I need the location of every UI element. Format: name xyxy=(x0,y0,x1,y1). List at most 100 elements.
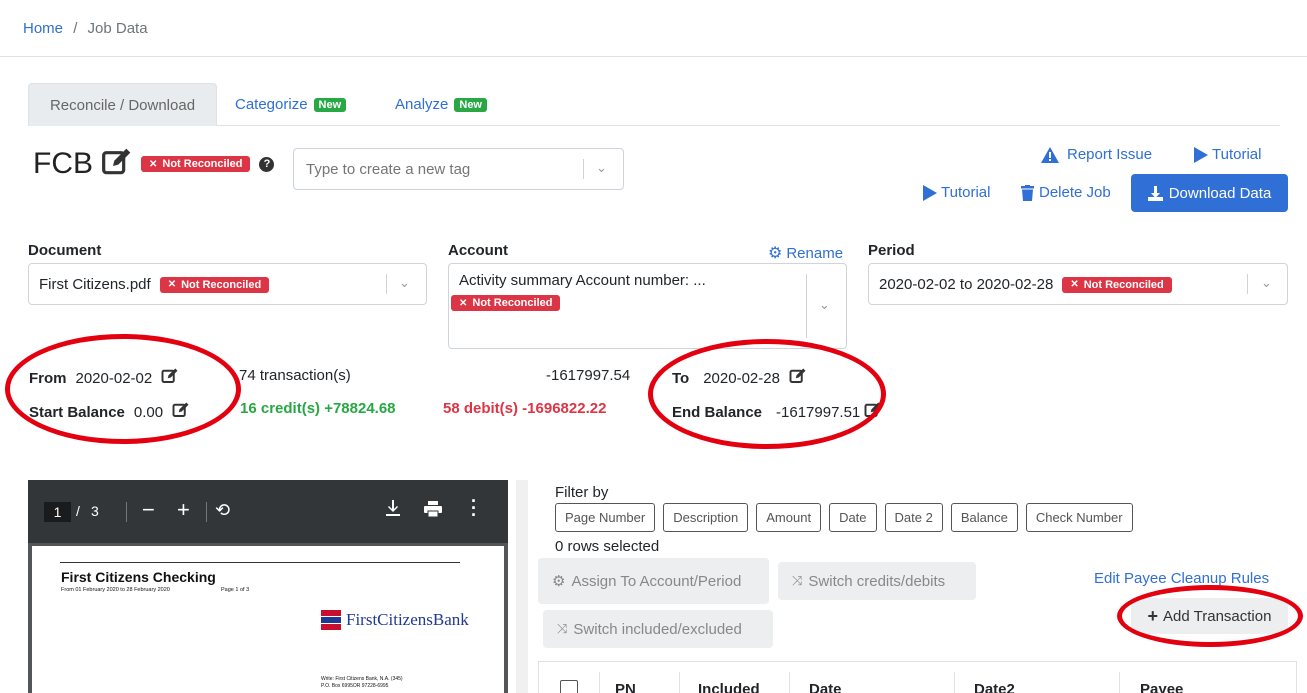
tab-categorize[interactable]: Categorize New xyxy=(235,96,347,113)
breadcrumb-home-link[interactable]: Home xyxy=(23,20,63,37)
breadcrumb-separator: / xyxy=(73,20,78,37)
from-row: From 2020-02-02 xyxy=(29,367,179,389)
gear-icon: ⚙ xyxy=(768,245,783,262)
gear-icon: ⚙ xyxy=(552,573,566,590)
tag-input[interactable]: Type to create a new tag ⌄ xyxy=(293,148,624,190)
filter-description-button[interactable]: Description xyxy=(663,503,749,532)
document-label: Document xyxy=(28,242,102,259)
page-title: FCB xyxy=(33,147,93,180)
edit-payee-cleanup-rules-link[interactable]: Edit Payee Cleanup Rules xyxy=(1094,570,1269,587)
breadcrumb-current: Job Data xyxy=(87,20,148,37)
print-icon[interactable] xyxy=(424,501,442,521)
tab-reconcile-download[interactable]: Reconcile / Download xyxy=(28,83,217,126)
period-select[interactable]: 2020-02-02 to 2020-02-28 ✕ Not Reconciled… xyxy=(868,263,1288,305)
to-row: To 2020-02-28 xyxy=(672,367,807,389)
chevron-down-icon[interactable]: ⌄ xyxy=(1261,275,1272,291)
annotation-circle-start xyxy=(5,334,241,444)
start-balance-row: Start Balance 0.00 xyxy=(29,401,190,423)
page-number-input[interactable]: 1 xyxy=(44,502,71,522)
chevron-down-icon[interactable]: ⌄ xyxy=(596,160,607,176)
download-data-button[interactable]: Download Data xyxy=(1131,174,1288,212)
status-badge: ✕ Not Reconciled xyxy=(141,156,251,172)
start-balance-label: Start Balance xyxy=(29,403,125,421)
account-select[interactable]: Activity summary Account number: ... ✕ No… xyxy=(448,263,847,349)
transaction-count: 74 transaction(s) xyxy=(239,367,351,384)
edit-icon[interactable] xyxy=(789,367,807,389)
credits-summary: 16 credit(s) +78824.68 xyxy=(240,400,396,417)
switch-credits-debits-button[interactable]: ⤨ Switch credits/debits xyxy=(778,562,976,600)
zoom-in-icon[interactable]: + xyxy=(177,497,190,523)
column-header-payee[interactable]: Payee xyxy=(1140,681,1183,693)
switch-included-excluded-button[interactable]: ⤨ Switch included/excluded xyxy=(543,610,773,648)
warning-icon xyxy=(1041,146,1059,163)
pdf-doc-title: First Citizens Checking xyxy=(61,569,216,585)
end-balance-row: End Balance -1617997.51 xyxy=(672,401,882,423)
column-header-included[interactable]: Included xyxy=(698,681,760,693)
tutorial-link[interactable]: Tutorial xyxy=(923,184,990,201)
filter-check-number-button[interactable]: Check Number xyxy=(1025,503,1133,532)
period-label: Period xyxy=(868,242,915,259)
rotate-icon[interactable]: ⟲ xyxy=(215,500,230,521)
end-balance-value: -1617997.51 xyxy=(776,403,861,421)
download-icon[interactable] xyxy=(386,500,400,520)
rename-link[interactable]: ⚙ Rename xyxy=(768,243,843,263)
document-value: First Citizens.pdf xyxy=(39,276,151,293)
tab-label: Analyze xyxy=(395,96,449,113)
play-icon xyxy=(1194,146,1208,163)
more-options-icon[interactable]: · · · xyxy=(471,492,477,524)
filter-amount-button[interactable]: Amount xyxy=(756,503,822,532)
new-badge: New xyxy=(454,97,487,112)
document-select[interactable]: First Citizens.pdf ✕ Not Reconciled ⌄ xyxy=(28,263,427,305)
select-all-checkbox[interactable] xyxy=(560,680,578,693)
filter-date2-button[interactable]: Date 2 xyxy=(884,503,943,532)
column-header-pn[interactable]: PN xyxy=(615,681,636,693)
edit-icon[interactable] xyxy=(172,401,190,423)
filter-page-number-button[interactable]: Page Number xyxy=(555,503,656,532)
annotation-circle-end xyxy=(648,339,886,449)
column-header-date2[interactable]: Date2 xyxy=(974,681,1015,693)
account-label: Account xyxy=(448,242,508,259)
filter-balance-button[interactable]: Balance xyxy=(950,503,1018,532)
tab-label: Reconcile / Download xyxy=(49,96,196,114)
new-badge: New xyxy=(313,97,347,112)
account-value: Activity summary Account number: ... xyxy=(459,272,706,289)
play-icon xyxy=(923,184,937,201)
edit-icon[interactable] xyxy=(864,401,882,423)
tag-input-placeholder: Type to create a new tag xyxy=(306,161,471,178)
shuffle-icon: ⤨ xyxy=(792,573,803,588)
pdf-doc-subtitle: From 01 February 2020 to 28 February 202… xyxy=(61,587,170,593)
chevron-down-icon[interactable]: ⌄ xyxy=(399,275,410,291)
question-circle-icon[interactable]: ? xyxy=(259,156,275,172)
scrollbar-track[interactable] xyxy=(516,480,528,693)
rows-selected: 0 rows selected xyxy=(555,538,660,555)
transactions-table: PN Included Date Date2 Payee xyxy=(538,661,1297,693)
filter-date-button[interactable]: Date xyxy=(829,503,877,532)
header-divider xyxy=(0,56,1307,57)
filter-buttons: Page Number Description Amount Date Date… xyxy=(555,503,1133,532)
tutorial-top-link[interactable]: Tutorial xyxy=(1194,146,1261,163)
delete-job-link[interactable]: Delete Job xyxy=(1021,184,1111,201)
page-total: 3 xyxy=(91,503,99,519)
job-title-row: FCB ✕ Not Reconciled ? xyxy=(33,146,275,182)
filter-label: Filter by xyxy=(555,484,609,501)
chevron-down-icon[interactable]: ⌄ xyxy=(819,297,830,313)
breadcrumb: Home / Job Data xyxy=(23,20,148,37)
edit-icon[interactable] xyxy=(161,367,179,389)
column-header-date[interactable]: Date xyxy=(809,681,842,693)
to-label: To xyxy=(672,369,690,387)
zoom-out-icon[interactable]: − xyxy=(142,497,155,523)
pdf-address-line2: P.O. Box 6995OR 97228-6995 xyxy=(321,683,389,689)
tab-analyze[interactable]: Analyze New xyxy=(395,96,487,113)
edit-title-icon[interactable] xyxy=(101,146,133,182)
end-balance-label: End Balance xyxy=(672,403,763,421)
pdf-address-line1: Write: First Citizens Bank, N.A. (345) xyxy=(321,676,403,682)
page-separator: / xyxy=(76,503,80,519)
report-issue-link[interactable]: Report Issue xyxy=(1041,146,1152,163)
tab-label: Categorize xyxy=(235,96,308,113)
add-transaction-button[interactable]: + Add Transaction xyxy=(1131,598,1288,634)
shuffle-icon: ⤨ xyxy=(557,621,568,636)
pdf-toolbar: 1 / 3 − + ⟲ · · · xyxy=(28,480,508,543)
start-balance-value: 0.00 xyxy=(133,403,164,421)
assign-account-period-button[interactable]: ⚙ Assign To Account/Period xyxy=(538,558,769,604)
plus-icon: + xyxy=(1147,605,1159,626)
